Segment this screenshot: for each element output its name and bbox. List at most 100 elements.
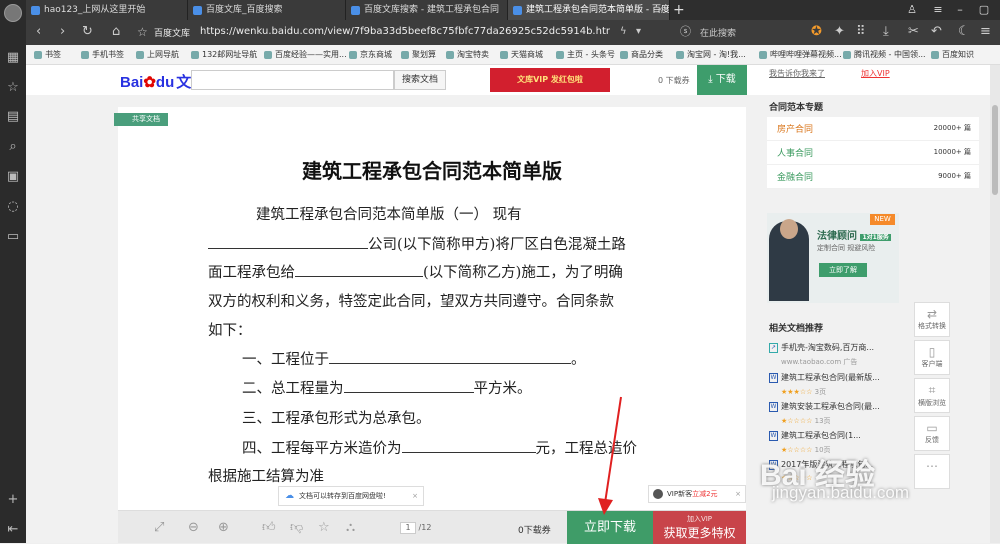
related-item[interactable]: ↗ 手机壳-淘宝数码,百万商... — [769, 342, 899, 353]
apps-icon[interactable]: ▦ — [5, 50, 21, 66]
zoom-in-icon[interactable]: ⊕ — [218, 520, 229, 535]
search-icon[interactable]: ⌕ — [5, 139, 21, 155]
game-icon[interactable]: ✪ — [811, 24, 822, 40]
thumbs-up-icon[interactable]: 👍︎ — [262, 520, 276, 535]
related-item[interactable]: W 建筑安装工程承包合同(最... — [769, 401, 899, 412]
landscape-view-button[interactable]: ⌗ 横版浏览 — [914, 378, 950, 413]
menu-grid-icon[interactable]: ⠿ — [856, 24, 866, 40]
topic-row[interactable]: 金融合同 9000+ 篇 — [767, 165, 979, 189]
document-page: 共享文档 建筑工程承包合同范本简单版 建筑工程承包合同范本简单版（一） 现有 公… — [114, 107, 746, 543]
topic-count: 20000+ 篇 — [933, 124, 971, 132]
topic-row[interactable]: 人事合同 10000+ 篇 — [767, 141, 979, 165]
bookmark-item[interactable]: 哔哩哔哩弹幕视频... — [759, 45, 842, 65]
star-icon[interactable]: ☆ — [5, 80, 21, 96]
close-tab-icon[interactable]: × — [656, 0, 664, 20]
home-icon[interactable]: ⌂ — [112, 24, 120, 40]
bookmark-item[interactable]: 百度经验——实用... — [264, 45, 347, 65]
convert-icon: ⇄ — [926, 307, 938, 321]
report-link[interactable]: 我告诉你我来了 — [769, 68, 825, 79]
scrollbar-thumb[interactable] — [992, 105, 998, 195]
top-download-label: 下载 — [715, 74, 736, 85]
collapse-icon[interactable]: ⇤ — [5, 522, 21, 538]
cloud-icon: ☁ — [285, 491, 294, 501]
related-sub: ★★★☆☆ 3页 — [781, 387, 826, 397]
download-icon[interactable]: ⤓ — [883, 24, 889, 40]
vip-icon[interactable]: ▭ — [5, 229, 21, 245]
shirt-icon[interactable]: ♙ — [900, 0, 924, 20]
client-button[interactable]: ▯ 客户端 — [914, 340, 950, 375]
moon-icon[interactable]: ☾ — [958, 24, 970, 40]
search-engine-icon[interactable]: ⓢ — [680, 24, 691, 40]
related-item[interactable]: W 建筑工程承包合同(1... — [769, 430, 899, 441]
join-vip-link[interactable]: 加入VIP — [861, 68, 890, 79]
zoom-out-icon[interactable]: ⊖ — [188, 520, 199, 535]
bookmark-item[interactable]: 商品分类 — [620, 45, 663, 65]
add-icon[interactable]: + — [5, 492, 21, 508]
join-vip-button[interactable]: 加入VIP 获取更多特权 — [653, 511, 746, 544]
close-window-button[interactable]: ✕ — [994, 0, 1000, 20]
format-convert-button[interactable]: ⇄ 格式转换 — [914, 302, 950, 337]
undo-icon[interactable]: ↶ — [931, 24, 942, 40]
tab-wenku-search[interactable]: 百度文库搜索 - 建筑工程承包合同 — [346, 0, 508, 20]
search-input[interactable]: 在此搜索 — [700, 26, 736, 39]
back-icon[interactable]: ‹ — [36, 24, 41, 40]
ad-learn-button[interactable]: 立即了解 — [819, 263, 867, 277]
minimize-button[interactable]: – — [948, 0, 972, 20]
bookmark-item[interactable]: 上网导航 — [136, 45, 179, 65]
page-input[interactable]: 1 — [400, 522, 416, 534]
dropdown-icon[interactable]: ▾ — [636, 24, 641, 40]
tv-icon[interactable]: ▣ — [5, 169, 21, 185]
doc-search-input[interactable] — [191, 70, 394, 90]
lightning-icon[interactable]: ϟ — [620, 24, 627, 40]
topic-name: 人事合同 — [777, 149, 814, 159]
vip-new-badge[interactable]: VIP新客立减2元 × — [648, 485, 746, 503]
bookmark-item[interactable]: 腾讯视频 - 中国领... — [843, 45, 926, 65]
tab-hao123[interactable]: hao123_上网从这里开始 — [26, 0, 188, 20]
bookmark-item[interactable]: 天猫商城 — [500, 45, 543, 65]
bookmark-star-icon[interactable]: ☆ — [137, 24, 148, 40]
lawyer-ad[interactable]: 法律顾问 1对1服务 定制合同 规避风险 立即了解 — [767, 213, 899, 303]
rating-stars: ★☆☆☆☆ — [781, 417, 813, 425]
bookmark-item[interactable]: 京东商城 — [349, 45, 392, 65]
thumbs-down-icon[interactable]: 👎︎ — [290, 520, 303, 535]
forward-icon[interactable]: › — [60, 24, 65, 40]
bookmark-item[interactable]: 淘宝网 - 淘!我... — [676, 45, 746, 65]
cut-icon[interactable]: ✂ — [908, 24, 919, 40]
netdisk-toast[interactable]: ☁ 文档可以转存到百度网盘啦! × — [278, 486, 424, 506]
related-item[interactable]: W 建筑工程承包合同(最新版... — [769, 372, 899, 383]
blank-line — [208, 233, 368, 249]
bookmark-item[interactable]: 主页 - 头条号 — [556, 45, 615, 65]
bookmark-item[interactable]: 手机书签 — [81, 45, 124, 65]
favorite-icon[interactable]: ☆ — [318, 520, 330, 535]
top-download-button[interactable]: ⤓ 下载 — [697, 65, 747, 95]
url-field[interactable]: https://wenku.baidu.com/view/7f9ba33d5be… — [200, 26, 610, 37]
bookmark-item[interactable]: 百度知识 — [931, 45, 974, 65]
bookmark-item[interactable]: 132邮网址导航 — [191, 45, 257, 65]
menu-icon[interactable]: ≡ — [926, 0, 950, 20]
tab-active-document[interactable]: 建筑工程承包合同范本简单版 - 百度... × — [508, 0, 670, 20]
maximize-button[interactable]: ▢ — [972, 0, 996, 20]
word-doc-icon: W — [769, 431, 778, 441]
share-icon[interactable]: ⛬ — [346, 520, 355, 535]
extension-icon[interactable]: ✦ — [834, 24, 845, 40]
tool-label: 横版浏览 — [918, 399, 946, 407]
book-icon[interactable]: ▤ — [5, 109, 21, 125]
topic-name: 房产合同 — [777, 125, 814, 135]
bookmark-item[interactable]: 聚划算 — [401, 45, 436, 65]
search-docs-button[interactable]: 搜索文档 — [394, 70, 446, 90]
page-scrollbar[interactable] — [990, 65, 1000, 543]
refresh-icon[interactable]: ↻ — [82, 24, 93, 40]
topic-row[interactable]: 房产合同 20000+ 篇 — [767, 117, 979, 141]
close-icon[interactable]: × — [412, 487, 418, 505]
tab-baidu-search[interactable]: 百度文库_百度搜索 — [188, 0, 346, 20]
fullscreen-icon[interactable]: ⤢ — [154, 520, 164, 535]
bookmark-item[interactable]: 淘宝特卖 — [446, 45, 489, 65]
bookmark-item[interactable]: 书签 — [34, 45, 61, 65]
feedback-button[interactable]: ▭ 反馈 — [914, 416, 950, 451]
vip-banner[interactable]: 文库VIP 发红包啦 — [490, 68, 610, 92]
new-tab-button[interactable]: + — [673, 0, 685, 20]
close-icon[interactable]: × — [735, 486, 741, 502]
more-icon[interactable]: ≡ — [980, 24, 991, 40]
user-avatar[interactable] — [4, 4, 22, 22]
chat-icon[interactable]: ◌ — [5, 199, 21, 215]
